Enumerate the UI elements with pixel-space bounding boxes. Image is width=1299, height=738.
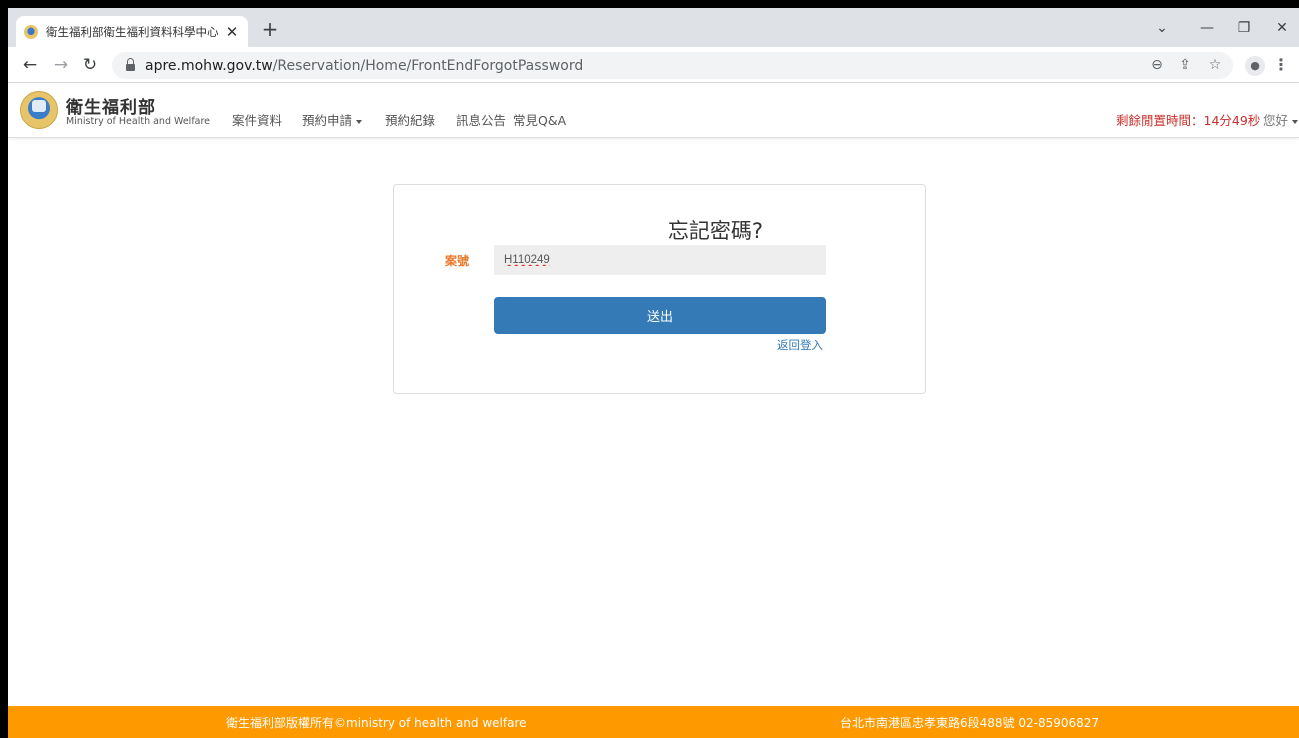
url-path: /Reservation/Home/FrontEndForgotPassword <box>272 57 584 74</box>
tab-search-icon[interactable]: ⌄ <box>1148 16 1176 40</box>
case-number-input[interactable] <box>494 245 826 275</box>
star-icon[interactable]: ☆ <box>1202 52 1228 79</box>
site-footer: 衛生福利部版權所有©ministry of health and welfare… <box>8 706 1299 738</box>
browser-tab[interactable]: 衛生福利部衛生福利資料科學中心 ✕ <box>16 16 248 47</box>
address-bar[interactable]: apre.mohw.gov.tw/Reservation/Home/FrontE… <box>112 52 1233 79</box>
back-icon[interactable]: ← <box>18 53 42 77</box>
caret-down-icon <box>356 119 363 124</box>
brand-name-en: Ministry of Health and Welfare <box>66 116 211 127</box>
browser-window: 衛生福利部衛生福利資料科學中心 ✕ + ⌄ — ❐ ✕ ← → ↻ apre.m… <box>8 8 1299 738</box>
footer-copyright: 衛生福利部版權所有©ministry of health and welfare <box>226 716 527 730</box>
forward-icon[interactable]: → <box>49 53 73 77</box>
logo-emblem-icon <box>32 100 46 112</box>
forgot-password-panel: 忘記密碼? 案號 送出 返回登入 <box>393 184 926 394</box>
idle-timer: 剩餘閒置時間：14分49秒 <box>1116 113 1261 128</box>
submit-button[interactable]: 送出 <box>494 297 826 334</box>
share-icon[interactable]: ⇪ <box>1172 52 1198 79</box>
tab-title: 衛生福利部衛生福利資料科學中心 <box>46 24 218 39</box>
nav-cases[interactable]: 案件資料 <box>232 110 282 129</box>
greeting-label: 您好 <box>1263 113 1289 128</box>
minimize-icon[interactable]: — <box>1193 16 1221 40</box>
nav-apply[interactable]: 預約申請 <box>302 110 363 129</box>
restore-icon[interactable]: ❐ <box>1230 16 1258 40</box>
ministry-logo[interactable] <box>20 91 58 129</box>
close-window-icon[interactable]: ✕ <box>1268 16 1296 40</box>
profile-icon[interactable]: ● <box>1245 56 1265 76</box>
url-host: apre.mohw.gov.tw <box>145 57 273 74</box>
case-number-label: 案號 <box>445 254 470 268</box>
tab-strip: 衛生福利部衛生福利資料科學中心 ✕ + ⌄ — ❐ ✕ <box>8 8 1299 47</box>
back-to-login-link[interactable]: 返回登入 <box>777 337 823 353</box>
site-navbar: 衛生福利部 Ministry of Health and Welfare 案件資… <box>8 83 1299 138</box>
footer-address: 台北市南港區忠孝東路6段488號 02-85906827 <box>840 716 1100 730</box>
zoom-icon[interactable]: ⊖ <box>1144 52 1170 79</box>
nav-news[interactable]: 訊息公告 <box>456 110 506 129</box>
favicon-icon <box>24 24 38 39</box>
user-menu[interactable]: 您好 <box>1263 110 1299 129</box>
nav-apply-label: 預約申請 <box>302 113 353 128</box>
menu-icon[interactable]: ⋮ <box>1272 53 1290 77</box>
caret-down-icon <box>1292 119 1299 124</box>
nav-records[interactable]: 預約紀錄 <box>385 110 435 129</box>
reload-icon[interactable]: ↻ <box>78 53 102 77</box>
lock-icon <box>126 58 135 71</box>
new-tab-button[interactable]: + <box>258 18 282 42</box>
browser-toolbar: ← → ↻ apre.mohw.gov.tw/Reservation/Home/… <box>8 47 1299 83</box>
nav-faq[interactable]: 常見Q&A <box>513 110 566 129</box>
brand-name-cn[interactable]: 衛生福利部 <box>66 93 156 118</box>
tab-close-icon[interactable]: ✕ <box>224 24 240 40</box>
page-title: 忘記密碼? <box>667 219 764 243</box>
